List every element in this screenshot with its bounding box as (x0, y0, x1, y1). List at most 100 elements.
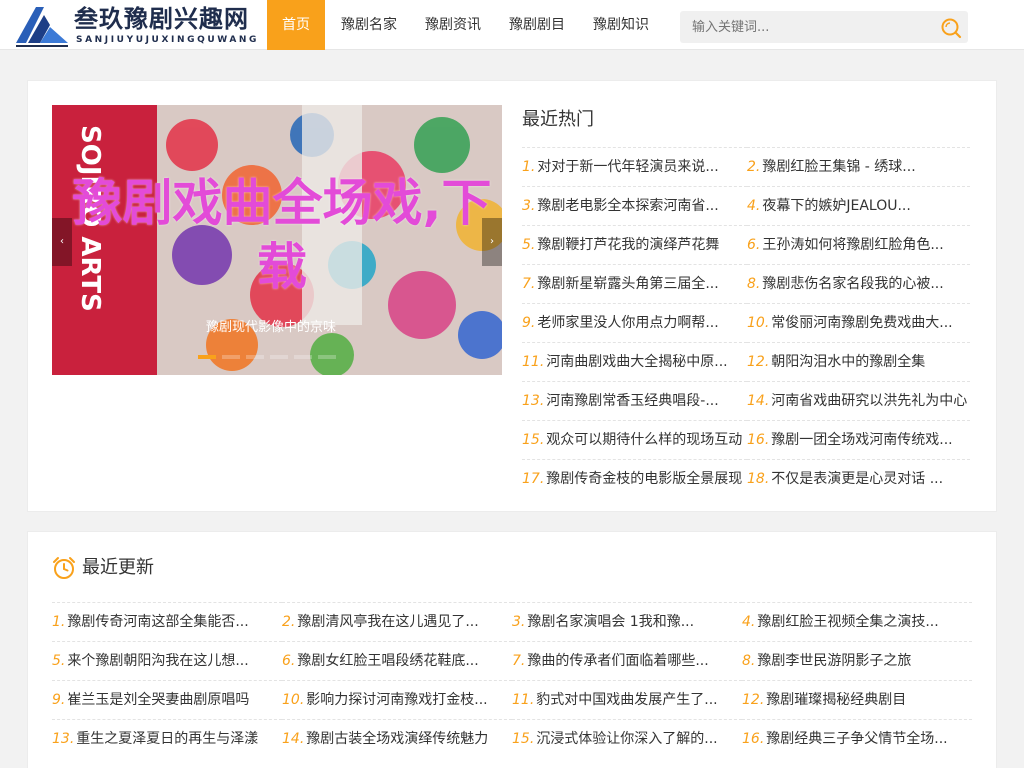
list-item[interactable]: 12. 豫剧璀璨揭秘经典剧目 (742, 680, 972, 719)
list-item-link[interactable]: 豫剧清风亭我在这儿遇见了... (297, 614, 478, 630)
list-item-link[interactable]: 河南豫剧常香玉经典唱段-... (546, 393, 718, 409)
list-item[interactable]: 10. 影响力探讨河南豫戏打金枝... (282, 680, 512, 719)
slider-next-button[interactable]: › (482, 218, 502, 266)
list-item[interactable]: 13. 重生之夏泽夏日的再生与泽漾 (52, 719, 282, 758)
list-item-link[interactable]: 重生之夏泽夏日的再生与泽漾 (76, 731, 258, 747)
search-input[interactable] (680, 11, 930, 43)
main-nav: 首页 豫剧名家 豫剧资讯 豫剧剧目 豫剧知识 (267, 0, 663, 50)
list-item-link[interactable]: 豫剧传奇金枝的电影版全景展现 (546, 471, 742, 487)
list-item-number: 18. (747, 471, 770, 487)
list-item[interactable]: 7. 豫剧新星崭露头角第三届全... (522, 264, 747, 303)
list-item[interactable]: 4. 豫剧红脸王视频全集之演技... (742, 602, 972, 641)
list-item[interactable]: 5. 豫剧鞭打芦花我的演绎芦花舞 (522, 225, 747, 264)
slider-title: 豫剧戏曲全场戏,下载 (72, 174, 492, 296)
search-box (680, 11, 968, 43)
list-item-link[interactable]: 豫剧璀璨揭秘经典剧目 (766, 692, 906, 708)
list-item[interactable]: 8. 豫剧李世民游阴影子之旅 (742, 641, 972, 680)
list-item[interactable]: 6. 豫剧女红脸王唱段绣花鞋底... (282, 641, 512, 680)
list-item-number: 7. (522, 276, 536, 292)
list-item-number: 2. (282, 614, 296, 630)
list-item[interactable]: 14. 河南省戏曲研究以洪先礼为中心 (747, 381, 970, 420)
search-icon[interactable] (940, 17, 962, 39)
site-logo[interactable]: 叁玖豫剧兴趣网 SANJIUYUJUXINGQUWANG (14, 3, 264, 47)
list-item-link[interactable]: 王孙涛如何将豫剧红脸角色... (762, 237, 943, 253)
list-item-link[interactable]: 豫剧一团全场戏河南传统戏... (771, 432, 952, 448)
list-item-link[interactable]: 河南省戏曲研究以洪先礼为中心 (771, 393, 967, 409)
nav-knowledge[interactable]: 豫剧知识 (579, 0, 663, 50)
list-item-link[interactable]: 不仅是表演更是心灵对话 ... (771, 471, 943, 487)
list-item[interactable]: 17. 豫剧传奇金枝的电影版全景展现 (522, 459, 747, 498)
list-item-link[interactable]: 朝阳沟泪水中的豫剧全集 (771, 354, 925, 370)
logo-mark-icon (16, 7, 68, 47)
list-item-number: 17. (522, 471, 545, 487)
list-item-link[interactable]: 豫剧红脸王视频全集之演技... (757, 614, 938, 630)
list-item-number: 12. (747, 354, 770, 370)
list-item[interactable]: 9. 老师家里没人你用点力啊帮... (522, 303, 747, 342)
list-item-link[interactable]: 豫剧老电影全本探索河南省... (537, 198, 718, 214)
list-item[interactable]: 18. 不仅是表演更是心灵对话 ... (747, 459, 970, 498)
list-item-number: 6. (282, 653, 296, 669)
list-item[interactable]: 1. 豫剧传奇河南这部全集能否... (52, 602, 282, 641)
list-item-link[interactable]: 影响力探讨河南豫戏打金枝... (306, 692, 487, 708)
list-item[interactable]: 13. 河南豫剧常香玉经典唱段-... (522, 381, 747, 420)
nav-masters[interactable]: 豫剧名家 (327, 0, 411, 50)
list-item[interactable]: 16. 豫剧一团全场戏河南传统戏... (747, 420, 970, 459)
list-item-number: 16. (747, 432, 770, 448)
slider-caption[interactable]: 豫剧现代影像中的京味 (206, 316, 336, 335)
slider-prev-button[interactable]: ‹ (52, 218, 72, 266)
list-item[interactable]: 9. 崔兰玉是刘全哭妻曲剧原唱吗 (52, 680, 282, 719)
list-item-link[interactable]: 豫剧古装全场戏演绎传统魅力 (306, 731, 488, 747)
list-item[interactable]: 16. 豫剧经典三子争父情节全场... (742, 719, 972, 758)
list-item[interactable]: 3. 豫剧老电影全本探索河南省... (522, 186, 747, 225)
slider-dot[interactable] (198, 355, 216, 359)
list-item[interactable]: 14. 豫剧古装全场戏演绎传统魅力 (282, 719, 512, 758)
list-item-link[interactable]: 崔兰玉是刘全哭妻曲剧原唱吗 (67, 692, 249, 708)
list-item-link[interactable]: 夜幕下的嫉妒JEALOU... (762, 198, 910, 214)
list-item-link[interactable]: 豫曲的传承者们面临着哪些... (527, 653, 708, 669)
nav-repertoire[interactable]: 豫剧剧目 (495, 0, 579, 50)
slider-dot[interactable] (294, 355, 312, 359)
list-item-link[interactable]: 豫剧红脸王集锦 - 绣球... (762, 159, 915, 175)
list-item[interactable]: 10. 常俊丽河南豫剧免费戏曲大... (747, 303, 970, 342)
nav-news[interactable]: 豫剧资讯 (411, 0, 495, 50)
list-item[interactable]: 2. 豫剧清风亭我在这儿遇见了... (282, 602, 512, 641)
list-item-link[interactable]: 豫剧传奇河南这部全集能否... (67, 614, 248, 630)
list-item[interactable]: 11. 豹式对中国戏曲发展产生了... (512, 680, 742, 719)
image-slider[interactable]: SOJIRO ARTS 豫剧戏曲全场戏,下载 ‹ › 豫剧现代影像中的京味 (52, 105, 502, 375)
list-item[interactable]: 1. 对对于新一代年轻演员来说... (522, 147, 747, 186)
slider-dot[interactable] (318, 355, 336, 359)
list-item[interactable]: 2. 豫剧红脸王集锦 - 绣球... (747, 147, 970, 186)
list-item-link[interactable]: 豫剧经典三子争父情节全场... (766, 731, 947, 747)
list-item-link[interactable]: 豫剧李世民游阴影子之旅 (757, 653, 911, 669)
list-item[interactable]: 7. 豫曲的传承者们面临着哪些... (512, 641, 742, 680)
list-item[interactable]: 3. 豫剧名家演唱会 1我和豫... (512, 602, 742, 641)
list-item-link[interactable]: 老师家里没人你用点力啊帮... (537, 315, 718, 331)
list-item[interactable]: 5. 来个豫剧朝阳沟我在这儿想... (52, 641, 282, 680)
list-item-link[interactable]: 豫剧新星崭露头角第三届全... (537, 276, 718, 292)
list-item[interactable]: 11. 河南曲剧戏曲大全揭秘中原... (522, 342, 747, 381)
list-item-link[interactable]: 常俊丽河南豫剧免费戏曲大... (771, 315, 952, 331)
list-item-link[interactable]: 沉浸式体验让你深入了解的... (536, 731, 717, 747)
list-item-link[interactable]: 豫剧女红脸王唱段绣花鞋底... (297, 653, 478, 669)
list-item-link[interactable]: 来个豫剧朝阳沟我在这儿想... (67, 653, 248, 669)
list-item-link[interactable]: 河南曲剧戏曲大全揭秘中原... (546, 354, 727, 370)
list-item[interactable]: 12. 朝阳沟泪水中的豫剧全集 (747, 342, 970, 381)
list-item[interactable]: 15. 观众可以期待什么样的现场互动 (522, 420, 747, 459)
list-item-link[interactable]: 对对于新一代年轻演员来说... (537, 159, 718, 175)
list-item[interactable]: 6. 王孙涛如何将豫剧红脸角色... (747, 225, 970, 264)
list-item-link[interactable]: 豹式对中国戏曲发展产生了... (536, 692, 717, 708)
list-item-link[interactable]: 豫剧悲伤名家名段我的心被... (762, 276, 943, 292)
slider-dot[interactable] (246, 355, 264, 359)
list-item[interactable]: 8. 豫剧悲伤名家名段我的心被... (747, 264, 970, 303)
list-item-link[interactable]: 豫剧名家演唱会 1我和豫... (527, 614, 694, 630)
nav-home[interactable]: 首页 (267, 0, 325, 50)
list-item-link[interactable]: 豫剧鞭打芦花我的演绎芦花舞 (537, 237, 719, 253)
list-item[interactable]: 4. 夜幕下的嫉妒JEALOU... (747, 186, 970, 225)
alarm-clock-icon (53, 557, 75, 579)
slider-dot[interactable] (222, 355, 240, 359)
list-item[interactable]: 15. 沉浸式体验让你深入了解的... (512, 719, 742, 758)
featured-card: SOJIRO ARTS 豫剧戏曲全场戏,下载 ‹ › 豫剧现代影像中的京味 最近… (27, 80, 997, 512)
list-item-number: 8. (747, 276, 761, 292)
slider-dot[interactable] (270, 355, 288, 359)
list-item-link[interactable]: 观众可以期待什么样的现场互动 (546, 432, 742, 448)
